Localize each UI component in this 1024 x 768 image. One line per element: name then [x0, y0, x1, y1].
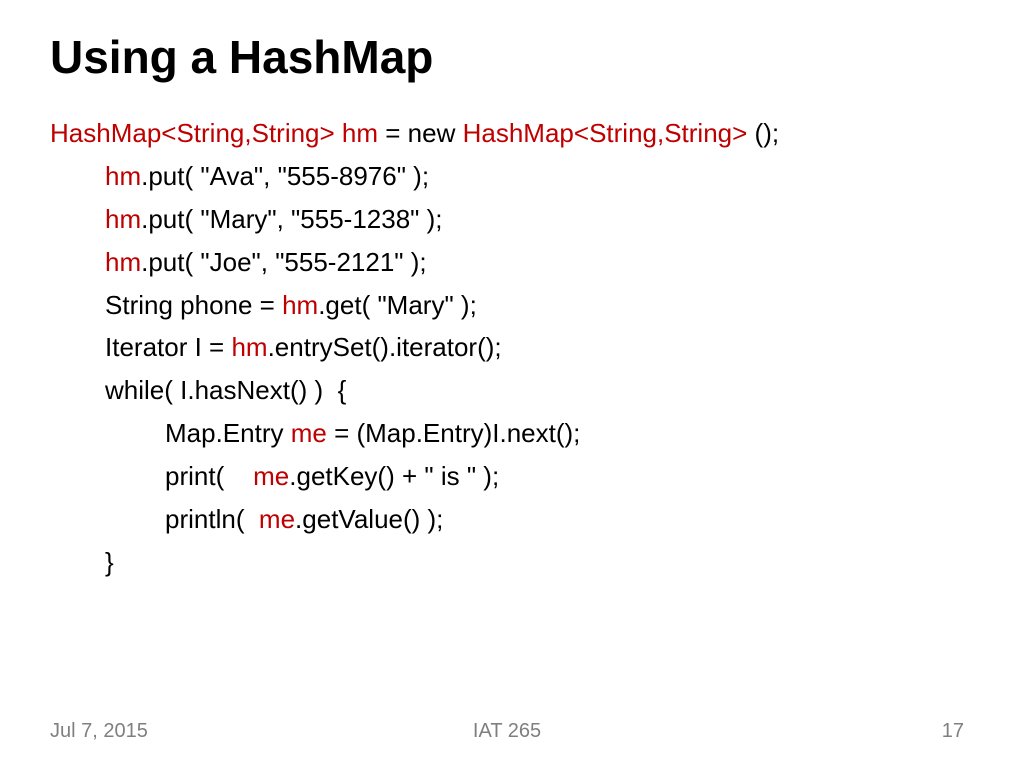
code-line-9: print( me.getKey() + " is " ); [50, 455, 974, 498]
code-token: HashMap<String,String> hm [50, 118, 378, 148]
code-token: hm [105, 204, 141, 234]
code-token: = (Map.Entry)I.next(); [327, 418, 581, 448]
slide-title: Using a HashMap [50, 30, 974, 84]
code-token: me [259, 504, 295, 534]
code-line-3: hm.put( "Mary", "555-1238" ); [50, 198, 974, 241]
code-token: } [105, 547, 114, 577]
code-token: me [291, 418, 327, 448]
code-line-2: hm.put( "Ava", "555-8976" ); [50, 155, 974, 198]
slide-container: Using a HashMap HashMap<String,String> h… [0, 0, 1024, 768]
code-token: .put( "Mary", "555-1238" ); [141, 204, 442, 234]
code-token: hm [282, 290, 318, 320]
code-line-4: hm.put( "Joe", "555-2121" ); [50, 241, 974, 284]
code-line-6: Iterator I = hm.entrySet().iterator(); [50, 326, 974, 369]
code-token: Map.Entry [165, 418, 291, 448]
code-token: .entrySet().iterator(); [268, 332, 502, 362]
code-token: Iterator I = [105, 332, 231, 362]
footer-course: IAT 265 [355, 720, 660, 743]
code-line-7: while( I.hasNext() ) { [50, 369, 974, 412]
code-token: hm [105, 247, 141, 277]
code-line-11: } [50, 541, 974, 584]
code-token: String phone = [105, 290, 282, 320]
code-line-5: String phone = hm.get( "Mary" ); [50, 284, 974, 327]
code-line-8: Map.Entry me = (Map.Entry)I.next(); [50, 412, 974, 455]
slide-content: HashMap<String,String> hm = new HashMap<… [50, 112, 974, 720]
code-token: .get( "Mary" ); [318, 290, 477, 320]
code-token: HashMap<String,String> [463, 118, 748, 148]
code-token: .getValue() ); [295, 504, 443, 534]
code-token: .getKey() + " is " ); [289, 461, 499, 491]
code-token: print( [165, 461, 253, 491]
code-token: println( [165, 504, 259, 534]
code-token: while( I.hasNext() ) { [105, 375, 346, 405]
code-token: = new [378, 118, 463, 148]
code-line-10: println( me.getValue() ); [50, 498, 974, 541]
code-token: me [253, 461, 289, 491]
code-line-1: HashMap<String,String> hm = new HashMap<… [50, 112, 974, 155]
code-token: .put( "Ava", "555-8976" ); [141, 161, 429, 191]
code-token: .put( "Joe", "555-2121" ); [141, 247, 427, 277]
code-token: (); [747, 118, 779, 148]
footer-page: 17 [659, 720, 964, 743]
code-token: hm [105, 161, 141, 191]
slide-footer: Jul 7, 2015 IAT 265 17 [50, 720, 974, 743]
code-token: hm [231, 332, 267, 362]
footer-date: Jul 7, 2015 [50, 720, 355, 743]
